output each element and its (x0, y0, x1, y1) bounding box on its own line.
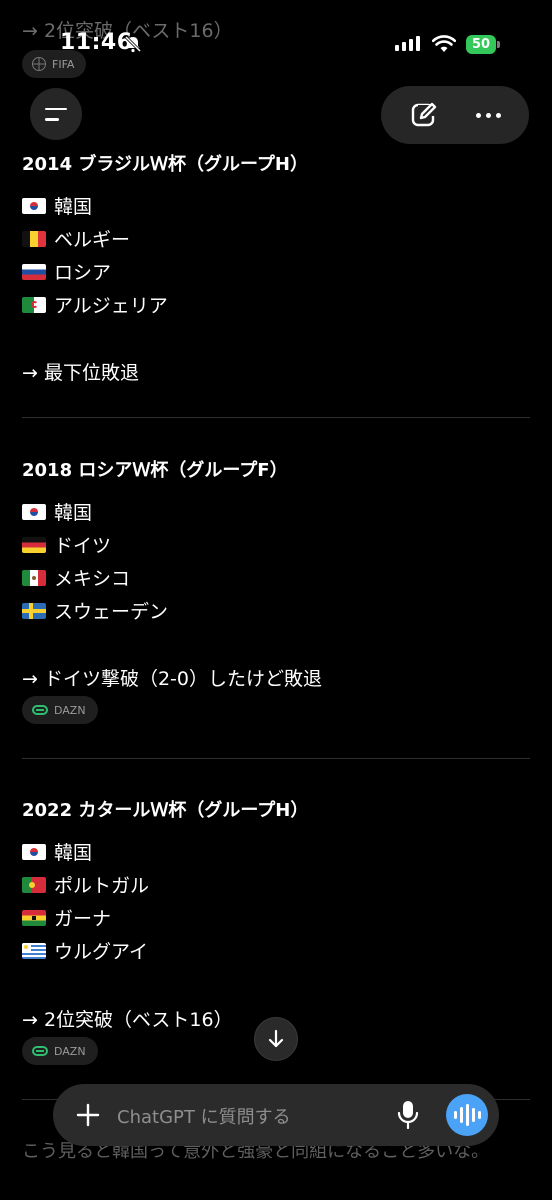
result-text: → 最下位敗退 (22, 362, 139, 384)
list-item: 韓国 (22, 838, 92, 865)
korea-flag-icon (22, 843, 46, 860)
battery-cap (497, 41, 500, 48)
menu-icon (45, 107, 67, 110)
composer-bar: ChatGPT に質問する (53, 1084, 499, 1146)
source-label: FIFA (52, 57, 75, 71)
team-name: ベルギー (54, 229, 131, 251)
list-item: スウェーデン (22, 597, 168, 624)
team-name: 韓国 (54, 196, 93, 218)
cellular-signal-icon (395, 36, 420, 51)
source-chip-dazn[interactable]: DAZN (22, 696, 98, 724)
voice-mode-button[interactable] (446, 1094, 488, 1136)
result-text: → 2位突破（ベスト16） (22, 1009, 233, 1031)
list-item: 韓国 (22, 192, 92, 219)
team-name: ウルグアイ (54, 941, 149, 963)
list-item: ベルギー (22, 225, 130, 252)
menu-icon-line (45, 118, 59, 121)
team-name: スウェーデン (54, 601, 169, 623)
source-label: DAZN (54, 703, 86, 717)
germany-flag-icon (22, 536, 46, 553)
edit-icon[interactable] (409, 100, 439, 130)
korea-flag-icon (22, 197, 46, 214)
uruguay-flag-icon (22, 942, 46, 959)
list-item: ポルトガル (22, 871, 149, 898)
korea-flag-icon (22, 503, 46, 520)
team-name: 韓国 (54, 502, 93, 524)
russia-flag-icon (22, 263, 46, 280)
bell-slash-icon (124, 35, 142, 53)
battery-level: 50 (471, 37, 491, 52)
plus-icon[interactable] (71, 1098, 105, 1132)
message-input[interactable]: ChatGPT に質問する (117, 1103, 291, 1129)
link-icon (32, 705, 48, 715)
team-name: 韓国 (54, 842, 93, 864)
team-name: ポルトガル (54, 875, 150, 897)
menu-button[interactable] (30, 88, 82, 140)
arrow-down-icon (268, 1029, 284, 1048)
list-item: ドイツ (22, 531, 111, 558)
header-actions (381, 86, 529, 144)
team-name: ロシア (54, 262, 112, 284)
divider (22, 758, 530, 759)
source-chip-dazn[interactable]: DAZN (22, 1037, 98, 1065)
section-heading: 2014 ブラジルＷ杯（グループH） (22, 154, 308, 175)
wifi-icon (432, 35, 456, 52)
sweden-flag-icon (22, 602, 46, 619)
section-heading: 2018 ロシアＷ杯（グループF） (22, 460, 288, 481)
team-name: ドイツ (54, 535, 112, 557)
source-label: DAZN (54, 1044, 86, 1058)
portugal-flag-icon (22, 876, 46, 893)
algeria-flag-icon (22, 296, 46, 313)
microphone-icon[interactable] (395, 1099, 421, 1131)
list-item: ガーナ (22, 904, 111, 931)
more-icon[interactable] (475, 112, 501, 118)
result-text: → ドイツ撃破（2-0）したけど敗退 (22, 668, 322, 690)
mexico-flag-icon (22, 569, 46, 586)
list-item: ウルグアイ (22, 937, 148, 964)
list-item: 韓国 (22, 498, 92, 525)
link-icon (32, 1046, 48, 1056)
team-name: アルジェリア (54, 295, 168, 317)
section-heading: 2022 カタールＷ杯（グループH） (22, 800, 309, 821)
belgium-flag-icon (22, 230, 46, 247)
list-item: アルジェリア (22, 291, 168, 318)
list-item: ロシア (22, 258, 111, 285)
ghana-flag-icon (22, 909, 46, 926)
status-time: 11:46 (60, 30, 133, 55)
scroll-down-button[interactable] (254, 1017, 298, 1061)
list-item: メキシコ (22, 564, 130, 591)
team-name: メキシコ (54, 568, 131, 590)
divider (22, 417, 530, 418)
globe-icon (32, 57, 46, 71)
battery-indicator: 50 (466, 35, 496, 54)
team-name: ガーナ (54, 908, 112, 930)
